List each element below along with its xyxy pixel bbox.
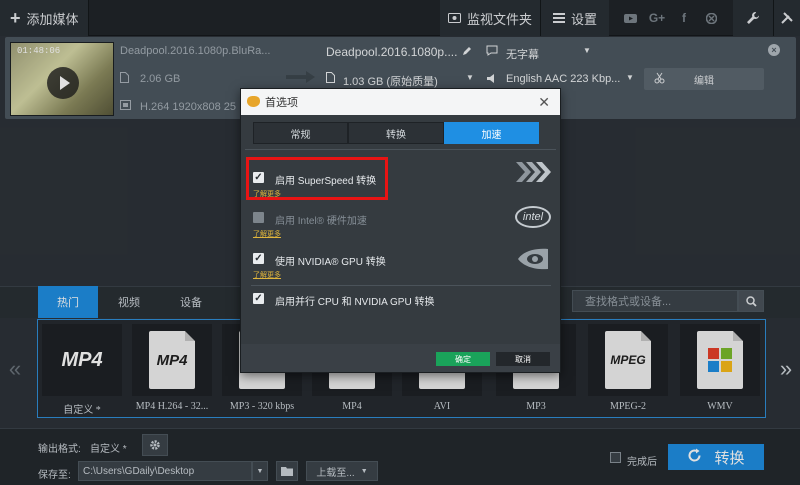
preferences-dialog: 首选项 ✕ 常规 转换 加速 ✓ 启用 SuperSpeed 转换 了解更多 启… bbox=[240, 88, 561, 373]
nvidia-option[interactable]: ✓ 使用 NVIDIA® GPU 转换 了解更多 bbox=[251, 245, 551, 279]
tab-general[interactable]: 常规 bbox=[253, 122, 348, 144]
tab-acceleration[interactable]: 加速 bbox=[444, 122, 539, 144]
tab-conversion[interactable]: 转换 bbox=[348, 122, 444, 144]
parallel-label: 启用并行 CPU 和 NVIDIA GPU 转换 bbox=[275, 297, 435, 308]
dialog-title: 首选项 bbox=[265, 97, 298, 109]
close-icon[interactable]: ✕ bbox=[538, 94, 550, 111]
parallel-option[interactable]: ✓ 启用并行 CPU 和 NVIDIA GPU 转换 bbox=[251, 285, 551, 315]
dialog-titlebar: 首选项 ✕ bbox=[241, 89, 560, 115]
divider bbox=[245, 149, 556, 150]
ok-button[interactable]: 确定 bbox=[436, 352, 490, 366]
superspeed-chevrons-icon bbox=[515, 161, 551, 186]
nvidia-logo-icon bbox=[516, 247, 550, 274]
nvidia-checkbox[interactable]: ✓ bbox=[253, 253, 264, 264]
intel-checkbox bbox=[253, 212, 264, 223]
nvidia-label: 使用 NVIDIA® GPU 转换 bbox=[275, 257, 386, 268]
parallel-checkbox[interactable]: ✓ bbox=[253, 293, 264, 304]
highlight-box bbox=[246, 157, 388, 200]
intel-option: 启用 Intel® 硬件加速 了解更多 bbox=[251, 204, 551, 238]
intel-logo-icon: intel bbox=[515, 206, 551, 228]
learn-more-link[interactable]: 了解更多 bbox=[253, 270, 281, 280]
app-logo-icon bbox=[247, 96, 260, 107]
intel-label: 启用 Intel® 硬件加速 bbox=[275, 216, 367, 227]
learn-more-link[interactable]: 了解更多 bbox=[253, 229, 281, 239]
cancel-button[interactable]: 取消 bbox=[496, 352, 550, 366]
